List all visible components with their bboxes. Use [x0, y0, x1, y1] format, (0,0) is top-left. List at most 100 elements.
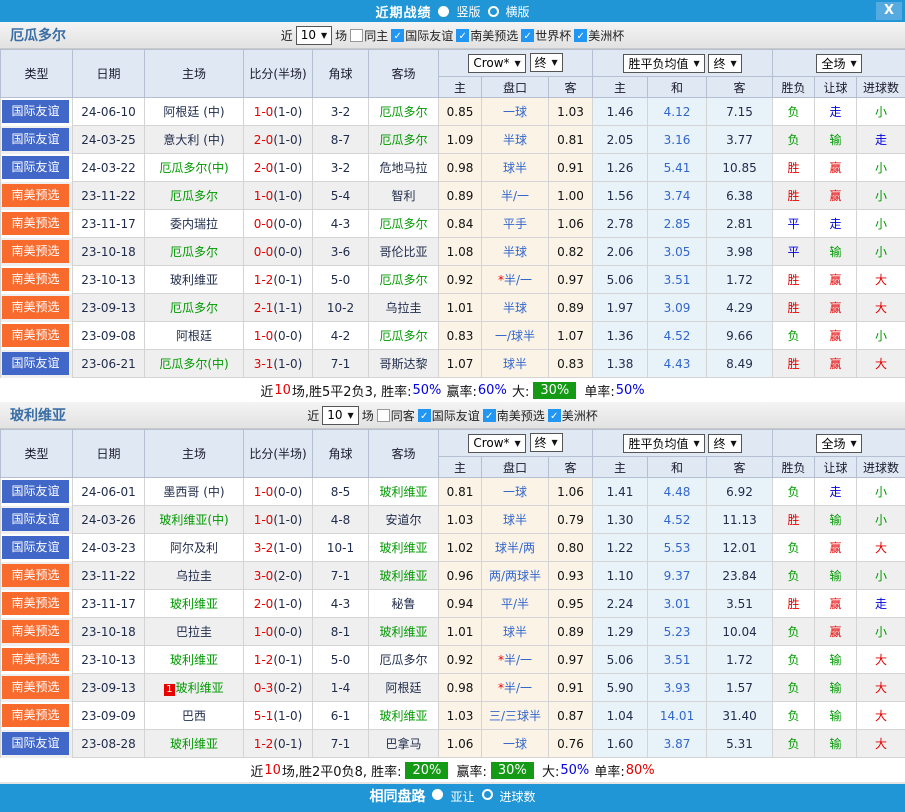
- win-odds-cell: 2.24: [593, 590, 648, 618]
- filter-controls: 近10▼场同主✓国际友谊✓南美预选✓世界杯✓美洲杯: [281, 26, 625, 45]
- score-cell: 2-0(1-0): [244, 154, 313, 182]
- layout-radio-horizontal[interactable]: [488, 6, 499, 17]
- handicap-trend-radio[interactable]: [432, 789, 443, 800]
- corner-cell: 6-1: [313, 702, 369, 730]
- match-type-badge: 国际友谊: [2, 536, 69, 559]
- match-type-badge: 国际友谊: [2, 156, 69, 179]
- scope-select[interactable]: 全场▼: [816, 434, 861, 453]
- handicap-result-cell: 赢: [815, 350, 857, 378]
- checkbox-icon[interactable]: ✓: [548, 409, 561, 422]
- draw-odds-cell: 4.48: [648, 478, 707, 506]
- result-cell: 负: [773, 646, 815, 674]
- checkbox-icon[interactable]: ✓: [483, 409, 496, 422]
- column-header: 角球: [313, 50, 369, 98]
- result-cell: 负: [773, 618, 815, 646]
- away-team-cell: 玻利维亚: [369, 618, 439, 646]
- league-checkbox[interactable]: ✓世界杯: [521, 27, 571, 44]
- lose-odds-cell: 3.51: [707, 590, 773, 618]
- match-type-badge: 国际友谊: [2, 732, 69, 755]
- home-odds-cell: 0.98: [439, 154, 482, 182]
- checkbox-icon[interactable]: ✓: [574, 29, 587, 42]
- home-team-cell: 巴拉圭: [145, 618, 244, 646]
- match-type-cell: 南美预选: [1, 210, 73, 238]
- layout-radio-vertical-label[interactable]: 竖版: [456, 3, 480, 20]
- corner-cell: 4-2: [313, 322, 369, 350]
- home-team-cell: 墨西哥 (中): [145, 478, 244, 506]
- league-checkbox[interactable]: ✓国际友谊: [391, 27, 453, 44]
- handicap-result-cell: 赢: [815, 618, 857, 646]
- league-checkbox[interactable]: ✓南美预选: [456, 27, 518, 44]
- final-select[interactable]: 终▼: [530, 433, 563, 452]
- layout-radio-vertical[interactable]: [438, 6, 449, 17]
- date-cell: 23-09-13: [73, 674, 145, 702]
- away-team-cell: 哥伦比亚: [369, 238, 439, 266]
- home-team-cell: 厄瓜多尔(中): [145, 154, 244, 182]
- chevron-down-icon: ▼: [730, 59, 736, 68]
- win-odds-cell: 1.97: [593, 294, 648, 322]
- league-checkbox[interactable]: ✓美洲杯: [574, 27, 624, 44]
- lose-odds-cell: 1.72: [707, 266, 773, 294]
- draw-odds-cell: 4.52: [648, 322, 707, 350]
- draw-odds-cell: 3.51: [648, 266, 707, 294]
- checkbox-icon[interactable]: [377, 409, 390, 422]
- handicap-cell: 一球: [482, 478, 549, 506]
- sub-column-header: 进球数: [857, 457, 905, 478]
- same-venue-checkbox[interactable]: 同主: [350, 27, 388, 44]
- table-row: 南美预选23-09-13厄瓜多尔2-1(1-1)10-2乌拉圭1.01半球0.8…: [1, 294, 905, 322]
- goals-trend-radio-label[interactable]: 进球数: [500, 789, 536, 805]
- stats-summary: 近10场,胜2平0负8, 胜率:20% 赢率:30% 大:50% 单率:80%: [0, 758, 905, 782]
- league-checkbox[interactable]: ✓南美预选: [483, 407, 545, 424]
- handicap-result-cell: 赢: [815, 322, 857, 350]
- home-team-cell: 玻利维亚: [145, 730, 244, 758]
- win-odds-cell: 1.41: [593, 478, 648, 506]
- layout-radio-horizontal-label[interactable]: 横版: [506, 3, 530, 20]
- handicap-cell: 球半: [482, 350, 549, 378]
- wdl-odds-group-header: 胜平负均值▼ 终▼: [593, 430, 773, 457]
- score-cell: 0-0(0-0): [244, 238, 313, 266]
- company-select[interactable]: Crow*▼: [468, 54, 525, 73]
- league-checkbox[interactable]: ✓国际友谊: [418, 407, 480, 424]
- checkbox-icon[interactable]: ✓: [456, 29, 469, 42]
- league-checkbox[interactable]: ✓美洲杯: [548, 407, 598, 424]
- score-cell: 2-0(1-0): [244, 590, 313, 618]
- close-icon[interactable]: X: [876, 2, 902, 20]
- games-count-select[interactable]: 10▼: [322, 406, 358, 425]
- lose-odds-cell: 1.57: [707, 674, 773, 702]
- win-odds-cell: 5.06: [593, 646, 648, 674]
- column-header: 日期: [73, 50, 145, 98]
- corner-cell: 7-1: [313, 730, 369, 758]
- final-select[interactable]: 终▼: [530, 53, 563, 72]
- sub-column-header: 主: [593, 457, 648, 478]
- goals-trend-radio[interactable]: [482, 789, 493, 800]
- away-odds-cell: 0.81: [549, 126, 593, 154]
- scope-select[interactable]: 全场▼: [816, 54, 861, 73]
- checkbox-icon[interactable]: [350, 29, 363, 42]
- same-venue-checkbox[interactable]: 同客: [377, 407, 415, 424]
- games-count-select[interactable]: 10▼: [296, 26, 332, 45]
- checkbox-icon[interactable]: ✓: [418, 409, 431, 422]
- final-select[interactable]: 终▼: [708, 434, 741, 453]
- lose-odds-cell: 6.38: [707, 182, 773, 210]
- home-team-cell: 厄瓜多尔: [145, 294, 244, 322]
- result-cell: 胜: [773, 266, 815, 294]
- handicap-trend-radio-label[interactable]: 亚让: [450, 789, 474, 805]
- home-odds-cell: 1.06: [439, 730, 482, 758]
- away-odds-cell: 0.89: [549, 294, 593, 322]
- score-cell: 0-0(0-0): [244, 210, 313, 238]
- company-select[interactable]: Crow*▼: [468, 434, 525, 453]
- away-odds-cell: 0.83: [549, 350, 593, 378]
- column-header: 日期: [73, 430, 145, 478]
- odds-type-select[interactable]: 胜平负均值▼: [623, 54, 704, 73]
- handicap-cell: 一球: [482, 98, 549, 126]
- corner-cell: 5-0: [313, 646, 369, 674]
- away-odds-cell: 1.06: [549, 210, 593, 238]
- away-team-cell: 厄瓜多尔: [369, 98, 439, 126]
- checkbox-icon[interactable]: ✓: [521, 29, 534, 42]
- final-select[interactable]: 终▼: [708, 54, 741, 73]
- checkbox-icon[interactable]: ✓: [391, 29, 404, 42]
- odds-type-select[interactable]: 胜平负均值▼: [623, 434, 704, 453]
- score-cell: 1-0(0-0): [244, 478, 313, 506]
- table-row: 南美预选23-10-13玻利维亚1-2(0-1)5-0厄瓜多尔0.92*半/一0…: [1, 266, 905, 294]
- match-type-badge: 南美预选: [2, 564, 69, 587]
- result-cell: 负: [773, 98, 815, 126]
